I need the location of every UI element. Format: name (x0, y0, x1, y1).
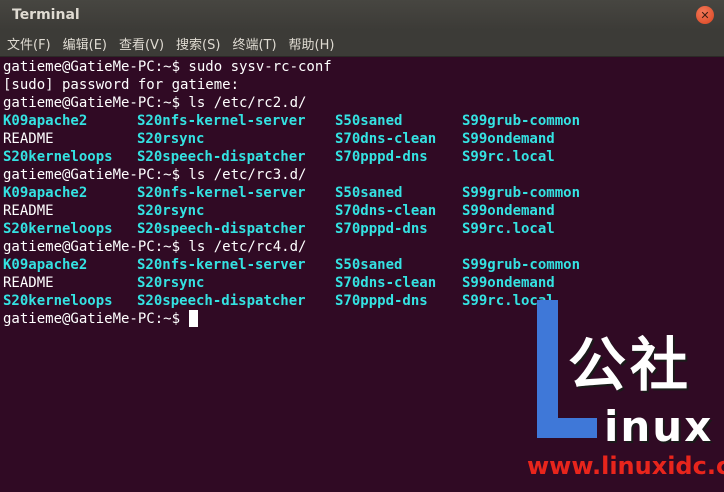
terminal-line: K09apache2 S20nfs-kernel-server S50saned S9… (3, 184, 724, 202)
shell-prompt: gatieme@GatieMe-PC:~$ (3, 311, 189, 327)
file-entry: S20rsync (137, 203, 205, 219)
menu-help[interactable]: 帮助(H) (288, 34, 336, 53)
menu-file[interactable]: 文件(F) (6, 34, 52, 53)
terminal-line: S20kerneloops S20speech-dispatcher S70pppd… (3, 148, 724, 166)
file-entry: S20speech-dispatcher (137, 221, 306, 237)
terminal-text: gatieme@GatieMe-PC:~$ ls /etc/rc2.d/ (3, 95, 307, 111)
file-entry: S20kerneloops (3, 293, 113, 309)
watermark-url: www.linuxidc.com (527, 452, 724, 480)
menu-bar: 文件(F) 编辑(E) 查看(V) 搜索(S) 终端(T) 帮助(H) (0, 30, 724, 57)
terminal-line: K09apache2 S20nfs-kernel-server S50saned S9… (3, 256, 724, 274)
file-entry: K09apache2 (3, 185, 88, 201)
file-entry: S20nfs-kernel-server (137, 113, 306, 129)
menu-terminal[interactable]: 终端(T) (231, 34, 277, 53)
file-entry: S20nfs-kernel-server (137, 257, 306, 273)
close-icon[interactable]: ✕ (696, 6, 714, 24)
terminal-line: README S20rsync S70dns-clean S99ondemand (3, 130, 724, 148)
file-entry: S99ondemand (462, 275, 555, 291)
terminal-line: gatieme@GatieMe-PC:~$ ls /etc/rc3.d/ (3, 166, 724, 184)
file-entry: S20nfs-kernel-server (137, 185, 306, 201)
menu-edit[interactable]: 编辑(E) (62, 34, 108, 53)
file-entry: K09apache2 (3, 257, 88, 273)
file-entry: S99ondemand (462, 203, 555, 219)
file-entry: S20rsync (137, 131, 205, 147)
file-entry: S99rc.local (462, 149, 555, 165)
file-entry: S70pppd-dns (335, 149, 428, 165)
watermark-logo-bottom: inux (604, 402, 714, 451)
file-entry: S70pppd-dns (335, 293, 428, 309)
terminal-line: README S20rsync S70dns-clean S99ondemand (3, 202, 724, 220)
terminal-text: [sudo] password for gatieme: (3, 77, 240, 93)
file-entry: S99grub-common (462, 113, 581, 129)
terminal-line: README S20rsync S70dns-clean S99ondemand (3, 274, 724, 292)
terminal-line: K09apache2 S20nfs-kernel-server S50saned S9… (3, 112, 724, 130)
file-entry: S99ondemand (462, 131, 555, 147)
menu-search[interactable]: 搜索(S) (175, 34, 221, 53)
watermark-logo-foot (537, 418, 597, 438)
file-entry: S50saned (335, 185, 403, 201)
terminal-line: S20kerneloops S20speech-dispatcher S70pppd… (3, 220, 724, 238)
terminal-line: gatieme@GatieMe-PC:~$ ls /etc/rc2.d/ (3, 94, 724, 112)
file-entry: S70dns-clean (335, 203, 437, 219)
file-entry: S20kerneloops (3, 149, 113, 165)
text-cursor (189, 310, 199, 327)
file-entry: S50saned (335, 257, 403, 273)
watermark-logo-top: 公社 (568, 331, 693, 399)
file-entry: S70pppd-dns (335, 221, 428, 237)
terminal-line: [sudo] password for gatieme: (3, 76, 724, 94)
file-entry: README (3, 131, 54, 147)
file-entry: S20speech-dispatcher (137, 293, 306, 309)
file-entry: K09apache2 (3, 113, 88, 129)
file-entry: S20speech-dispatcher (137, 149, 306, 165)
terminal-window: Terminal ✕ 文件(F) 编辑(E) 查看(V) 搜索(S) 终端(T)… (0, 0, 724, 492)
terminal-text: gatieme@GatieMe-PC:~$ ls /etc/rc3.d/ (3, 167, 307, 183)
file-entry: S20kerneloops (3, 221, 113, 237)
file-entry: S99grub-common (462, 257, 581, 273)
title-bar[interactable]: Terminal ✕ (0, 0, 724, 30)
file-entry: README (3, 275, 54, 291)
file-entry: S20rsync (137, 275, 205, 291)
terminal-line: S20kerneloops S20speech-dispatcher S70pppd… (3, 292, 724, 310)
terminal-text: gatieme@GatieMe-PC:~$ ls /etc/rc4.d/ (3, 239, 307, 255)
file-entry: S99rc.local (462, 221, 555, 237)
file-entry: S50saned (335, 113, 403, 129)
terminal-line: gatieme@GatieMe-PC:~$ ls /etc/rc4.d/ (3, 238, 724, 256)
file-entry: README (3, 203, 54, 219)
menu-view[interactable]: 查看(V) (118, 34, 165, 53)
window-title: Terminal (12, 7, 80, 23)
terminal-text: gatieme@GatieMe-PC:~$ sudo sysv-rc-conf (3, 59, 332, 75)
terminal-line: gatieme@GatieMe-PC:~$ sudo sysv-rc-conf (3, 58, 724, 76)
file-entry: S99grub-common (462, 185, 581, 201)
file-entry: S70dns-clean (335, 275, 437, 291)
file-entry: S70dns-clean (335, 131, 437, 147)
